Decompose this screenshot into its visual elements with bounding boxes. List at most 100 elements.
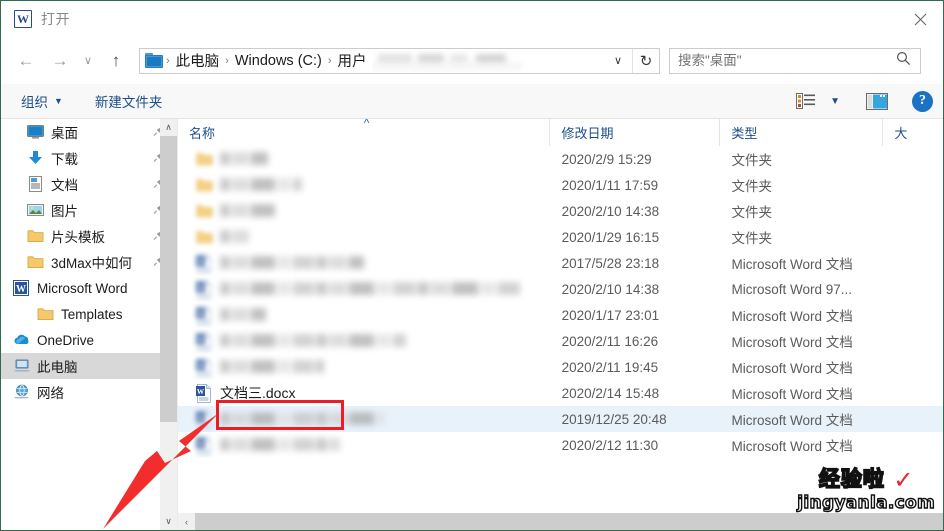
file-date-cell: 2020/2/11 19:45	[561, 359, 659, 375]
network-icon	[13, 384, 30, 400]
file-name-cell[interactable]: W	[178, 302, 551, 328]
preview-pane-icon[interactable]	[866, 92, 888, 110]
refresh-icon[interactable]: ↻	[632, 48, 659, 73]
breadcrumb-windows-c[interactable]: Windows (C:)	[232, 53, 325, 69]
sidebar-item-5[interactable]: 3dMax中如何	[1, 249, 177, 275]
file-date-cell: 2020/2/11 16:26	[561, 333, 659, 349]
breadcrumb-this-pc[interactable]: 此电脑	[173, 50, 223, 71]
file-type-cell: 文件夹	[731, 179, 772, 194]
pictures-icon	[27, 202, 44, 218]
close-button[interactable]	[897, 1, 943, 37]
file-date-cell: 2017/5/28 23:18	[561, 255, 660, 271]
table-row[interactable]: W 2020/2/11 16:26 Microsoft Word 文档	[178, 328, 943, 354]
file-name-cell[interactable]	[178, 172, 551, 198]
up-one-level-icon[interactable]: ↑	[101, 46, 131, 76]
sidebar-item-8[interactable]: OneDrive	[1, 327, 177, 353]
sidebar-item-4[interactable]: 片头模板	[1, 223, 177, 249]
table-row[interactable]: W 2017/5/28 23:18 Microsoft Word 文档	[178, 250, 943, 276]
hscrollbar-thumb[interactable]	[195, 513, 943, 530]
document-icon	[27, 176, 44, 192]
svg-text:W: W	[197, 258, 205, 266]
file-name-cell[interactable]	[178, 198, 551, 224]
search-input[interactable]	[678, 53, 878, 68]
file-type-cell: Microsoft Word 文档	[731, 335, 853, 350]
file-name-cell[interactable]: W	[178, 276, 551, 302]
sidebar-item-3[interactable]: 图片	[1, 197, 177, 223]
file-date-cell: 2020/2/12 11:30	[561, 437, 659, 453]
file-name-cell[interactable]: W 文档三.docx	[178, 380, 551, 406]
column-header-name[interactable]: 名称	[178, 119, 551, 146]
horizontal-scrollbar[interactable]: ‹	[178, 513, 943, 530]
svg-text:W: W	[197, 362, 205, 370]
forward-icon[interactable]: →	[45, 46, 75, 76]
file-name-cell[interactable]	[178, 146, 551, 172]
organize-label: 组织	[21, 95, 48, 110]
table-row[interactable]: W 文档三.docx 2020/2/14 15:48 Microsoft Word 文…	[178, 380, 943, 406]
file-date-cell: 2020/1/29 16:15	[561, 229, 660, 245]
file-name-redacted	[220, 229, 250, 245]
docx-icon: W	[196, 409, 213, 429]
sidebar-item-label: 3dMax中如何	[51, 256, 133, 271]
sidebar-item-2[interactable]: 文档	[1, 171, 177, 197]
scroll-up-icon[interactable]: ∧	[160, 119, 177, 136]
table-row[interactable]: 2020/2/9 15:29 文件夹	[178, 146, 943, 172]
search-box[interactable]	[669, 47, 921, 74]
file-name-redacted	[220, 359, 324, 375]
file-name-cell[interactable]: W	[178, 432, 551, 458]
new-folder-button[interactable]: 新建文件夹	[95, 91, 163, 111]
sidebar-item-1[interactable]: 下载	[1, 145, 177, 171]
file-name-redacted	[220, 203, 275, 219]
docx-icon: W	[196, 279, 213, 299]
scroll-down-icon[interactable]: ∨	[160, 513, 177, 530]
table-row[interactable]: W 2020/2/10 14:38 Microsoft Word 97...	[178, 276, 943, 302]
docx-icon: W	[196, 253, 213, 273]
new-folder-label: 新建文件夹	[94, 95, 163, 110]
column-header-type[interactable]: 类型	[720, 119, 884, 146]
table-row[interactable]: W 2019/12/25 20:48 Microsoft Word 文档	[178, 406, 943, 432]
column-headers: 名称 修改日期 类型 大	[178, 119, 943, 146]
table-row[interactable]: 2020/2/10 14:38 文件夹	[178, 198, 943, 224]
table-row[interactable]: W 2020/1/17 23:01 Microsoft Word 文档	[178, 302, 943, 328]
sidebar-item-label: 文档	[51, 178, 78, 193]
table-row[interactable]: 2020/1/11 17:59 文件夹	[178, 172, 943, 198]
navpane-scrollbar[interactable]: ∧ ∨	[160, 119, 177, 530]
file-name-cell[interactable]: W	[178, 354, 551, 380]
file-type-cell: 文件夹	[731, 231, 772, 246]
folder-icon	[196, 203, 213, 219]
file-list: 名称 修改日期 类型 大 2020/2/9 15:29文件夹2020/1/11 …	[178, 119, 943, 530]
help-button[interactable]: ?	[912, 90, 933, 112]
file-name-cell[interactable]	[178, 224, 551, 250]
recent-locations-chevron-down-icon[interactable]: ∨	[77, 46, 99, 76]
organize-button[interactable]: 组织 ▼	[21, 91, 63, 111]
view-layout-icon[interactable]	[796, 93, 816, 109]
sidebar-item-label: 片头模板	[51, 230, 105, 245]
search-icon[interactable]	[896, 51, 911, 71]
file-name-cell[interactable]: W	[178, 250, 551, 276]
sidebar-item-10[interactable]: 网络	[1, 379, 177, 405]
table-row[interactable]: W 2020/2/12 11:30 Microsoft Word 文档	[178, 432, 943, 458]
back-icon[interactable]: ←	[11, 46, 41, 76]
column-header-date-modified[interactable]: 修改日期	[550, 119, 721, 146]
scroll-left-icon[interactable]: ‹	[178, 513, 195, 530]
address-bar[interactable]: › 此电脑 › Windows (C:) › 用户 ∨ ↻	[139, 47, 660, 74]
file-name-cell[interactable]: W	[178, 328, 551, 354]
table-row[interactable]: W 2020/2/11 19:45 Microsoft Word 文档	[178, 354, 943, 380]
svg-text:W: W	[16, 284, 26, 295]
table-row[interactable]: 2020/1/29 16:15 文件夹	[178, 224, 943, 250]
scrollbar-thumb[interactable]	[160, 136, 177, 422]
column-header-size[interactable]: 大	[883, 119, 943, 146]
view-chevron-down-icon[interactable]: ▼	[830, 96, 840, 107]
file-name[interactable]: 文档三.docx	[220, 383, 295, 403]
address-chevron-down-icon[interactable]: ∨	[605, 48, 631, 73]
file-name-cell[interactable]: W	[178, 406, 551, 432]
file-name-redacted	[220, 437, 340, 453]
navigation-pane-items: 桌面 下载文档图片片头模板 3dMax中如何 W Microsoft Word Templ…	[1, 119, 177, 405]
breadcrumb-users[interactable]: 用户	[335, 50, 370, 71]
sidebar-item-0[interactable]: 桌面	[1, 119, 177, 145]
sidebar-item-9[interactable]: 此电脑	[1, 353, 177, 379]
file-date-cell: 2020/1/11 17:59	[561, 177, 659, 193]
sidebar-item-7[interactable]: Templates	[1, 301, 177, 327]
sidebar-item-6[interactable]: W Microsoft Word	[1, 275, 177, 301]
docx-icon: W	[196, 305, 213, 325]
svg-text:W: W	[197, 440, 205, 448]
